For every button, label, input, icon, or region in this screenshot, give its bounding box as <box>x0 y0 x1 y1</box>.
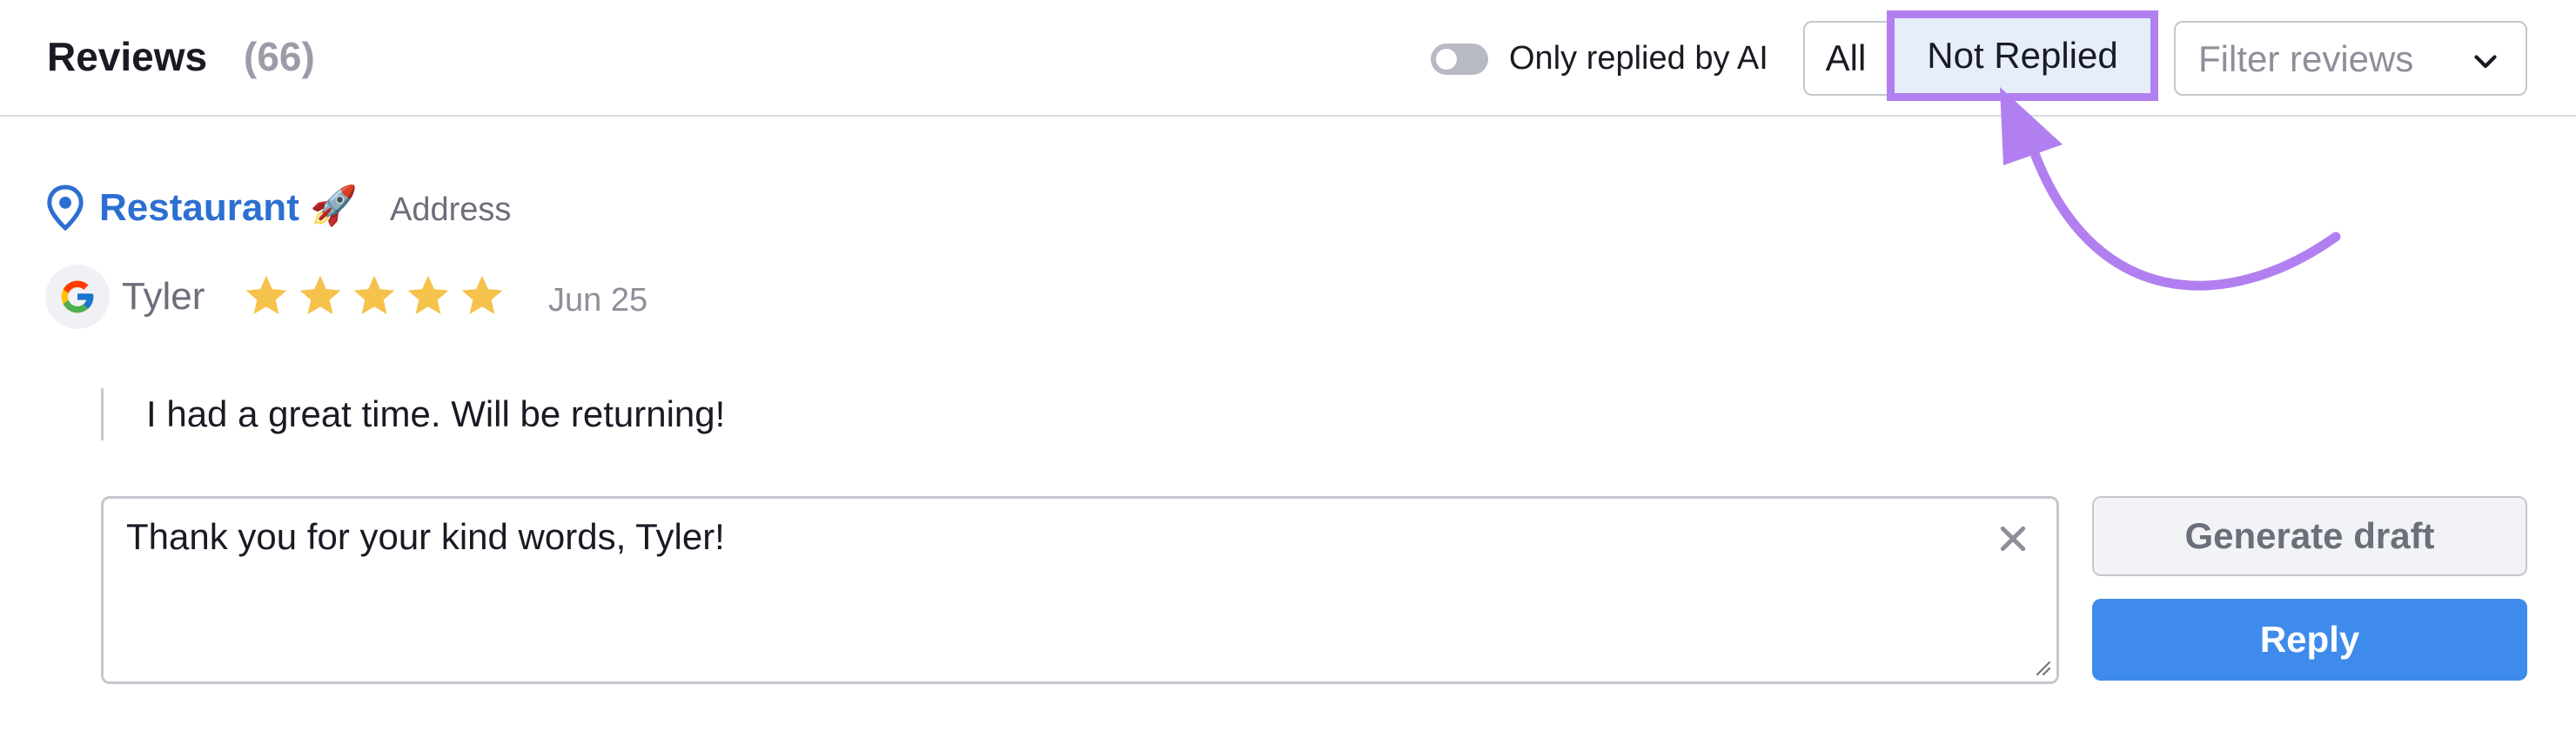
resize-handle-icon[interactable] <box>2032 657 2051 676</box>
highlight-arrow <box>2000 87 2341 291</box>
review-text: I had a great time. Will be returning! <box>146 393 726 434</box>
ai-replied-toggle[interactable] <box>1431 44 1488 75</box>
chevron-down-icon <box>2474 55 2497 69</box>
segment-all-button[interactable]: All <box>1803 21 1887 96</box>
reviewer-name: Tyler <box>122 275 205 318</box>
review-date: Jun 25 <box>548 282 648 319</box>
rocket-emoji: 🚀 <box>310 185 358 227</box>
page-title: Reviews <box>47 34 208 79</box>
filter-reviews-dropdown[interactable]: Filter reviews <box>2174 21 2527 96</box>
location-address: Address <box>390 191 512 228</box>
google-icon <box>61 280 94 313</box>
reply-textarea[interactable]: Thank you for your kind words, Tyler! <box>101 496 2059 684</box>
close-icon[interactable] <box>1996 521 2030 556</box>
generate-draft-button[interactable]: Generate draft <box>2092 496 2527 576</box>
star-icon <box>353 275 395 314</box>
google-source-badge <box>45 265 110 329</box>
ai-replied-toggle-label: Only replied by AI <box>1509 40 1768 77</box>
quote-divider <box>101 388 104 440</box>
star-icon <box>245 275 287 314</box>
reply-text-value: Thank you for your kind words, Tyler! <box>126 516 725 557</box>
location-name-link[interactable]: Restaurant <box>99 186 299 230</box>
map-pin-icon <box>47 185 84 232</box>
star-rating <box>242 272 506 320</box>
star-icon <box>461 275 503 314</box>
star-icon <box>407 275 449 314</box>
star-icon <box>299 275 341 314</box>
toggle-knob <box>1436 49 1457 70</box>
reviews-count: (66) <box>244 34 315 79</box>
filter-reviews-placeholder: Filter reviews <box>2198 38 2414 79</box>
reply-button[interactable]: Reply <box>2092 599 2527 681</box>
